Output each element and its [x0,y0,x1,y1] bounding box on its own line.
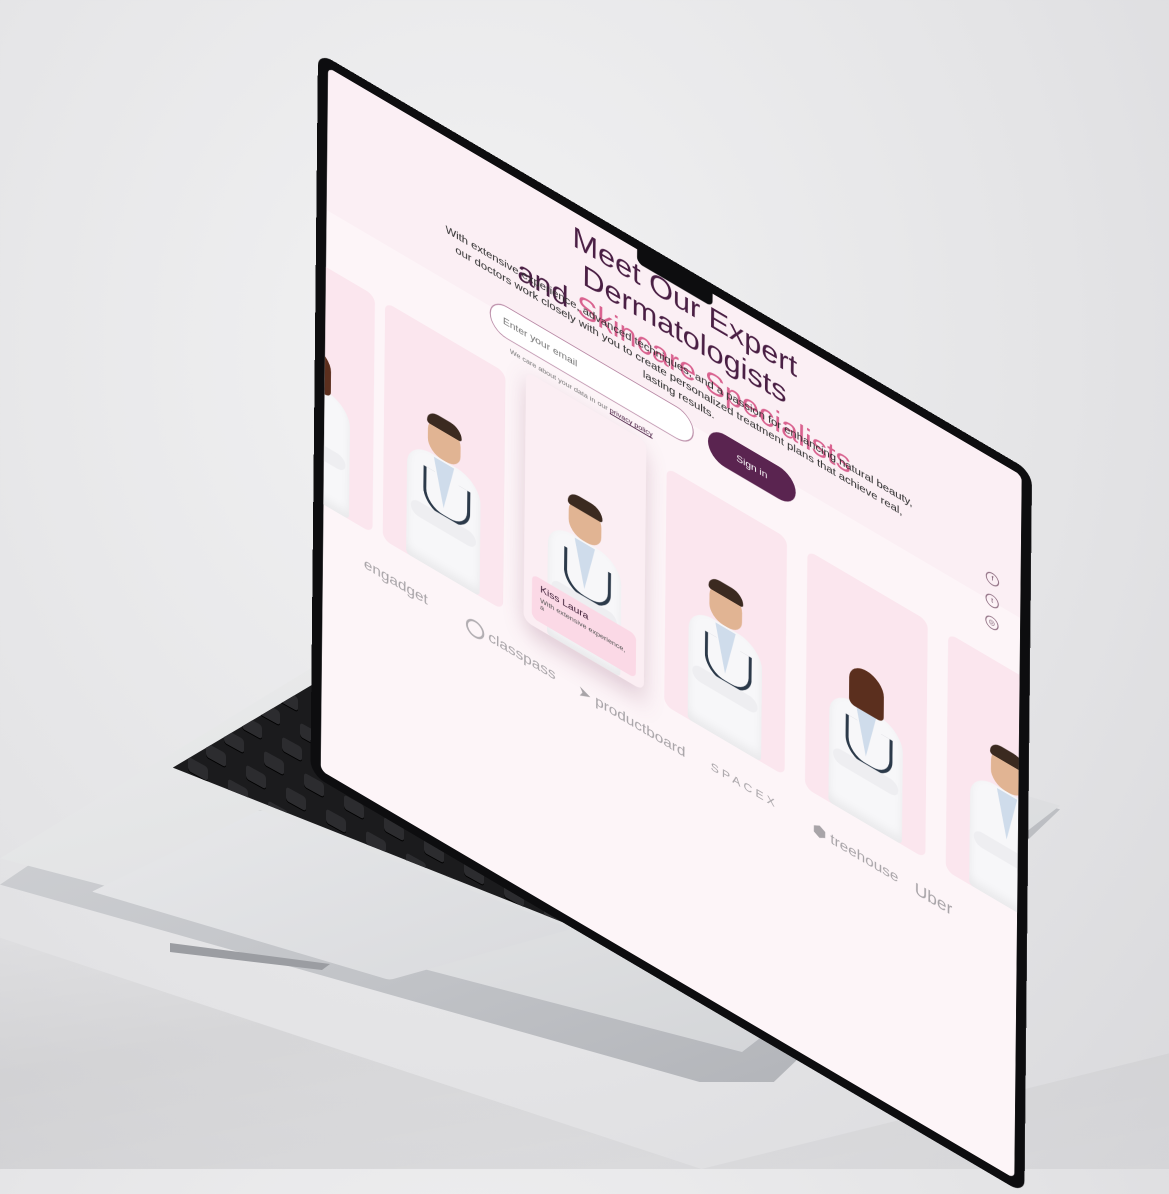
instagram-icon[interactable]: ◎ [985,612,999,633]
keyboard-key[interactable] [246,764,266,790]
doctor-photo [320,284,355,522]
keyboard-key[interactable] [264,750,284,776]
doctor-photo [402,361,486,599]
keyboard-key[interactable] [286,786,306,812]
social-links: f t ◎ [985,569,1000,642]
treehouse-icon: ⬢ [812,820,831,847]
productboard-icon: ➤ [578,682,596,709]
doctor-photo [965,692,1022,930]
doctor-card[interactable] [664,467,788,776]
keyboard-key[interactable] [206,742,226,768]
doctor-card[interactable] [945,633,1022,942]
doctor-photo [684,526,768,764]
keyboard-key[interactable] [282,736,302,762]
doctor-card[interactable] [382,301,506,611]
laptop-screen: Meet Our Expert Dermatologists and Skinc… [310,52,1058,1194]
doctor-card[interactable] [804,550,928,859]
doctor-card[interactable] [320,225,375,534]
twitter-icon[interactable]: t [985,590,999,612]
product-mockup-scene: Meet Our Expert Dermatologists and Skinc… [0,0,1169,1194]
classpass-icon [465,615,485,644]
doctor-photo [824,609,908,847]
